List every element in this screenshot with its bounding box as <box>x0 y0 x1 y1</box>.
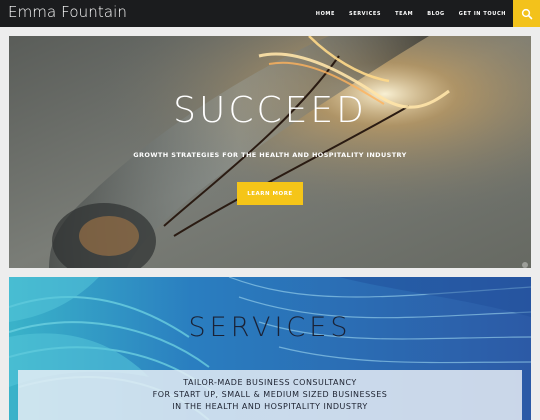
hero-subtitle: GROWTH STRATEGIES FOR THE HEALTH AND HOS… <box>133 151 407 159</box>
top-navigation-bar: Emma Fountain HOME SERVICES TEAM BLOG GE… <box>0 0 540 27</box>
learn-more-button[interactable]: LEARN MORE <box>237 182 303 205</box>
nav-item-services[interactable]: SERVICES <box>349 11 381 17</box>
site-logo-text[interactable]: Emma Fountain <box>8 3 127 21</box>
search-icon <box>521 8 532 19</box>
nav-item-team[interactable]: TEAM <box>395 11 413 17</box>
nav-item-blog[interactable]: BLOG <box>427 11 445 17</box>
services-line-3: IN THE HEALTH AND HOSPITALITY INDUSTRY <box>172 402 368 411</box>
nav-item-get-in-touch[interactable]: GET IN TOUCH <box>459 11 506 17</box>
services-line-1: TAILOR-MADE BUSINESS CONSULTANCY <box>183 378 357 387</box>
hero-title: SUCCEED <box>173 90 367 131</box>
hero-scroll-indicator[interactable] <box>522 262 528 268</box>
services-heading: SERVICES <box>188 312 352 343</box>
services-line-2: FOR START UP, SMALL & MEDIUM SIZED BUSIN… <box>152 390 388 399</box>
search-button[interactable] <box>513 0 540 27</box>
nav-item-home[interactable]: HOME <box>316 11 335 17</box>
main-nav: HOME SERVICES TEAM BLOG GET IN TOUCH <box>316 0 506 27</box>
